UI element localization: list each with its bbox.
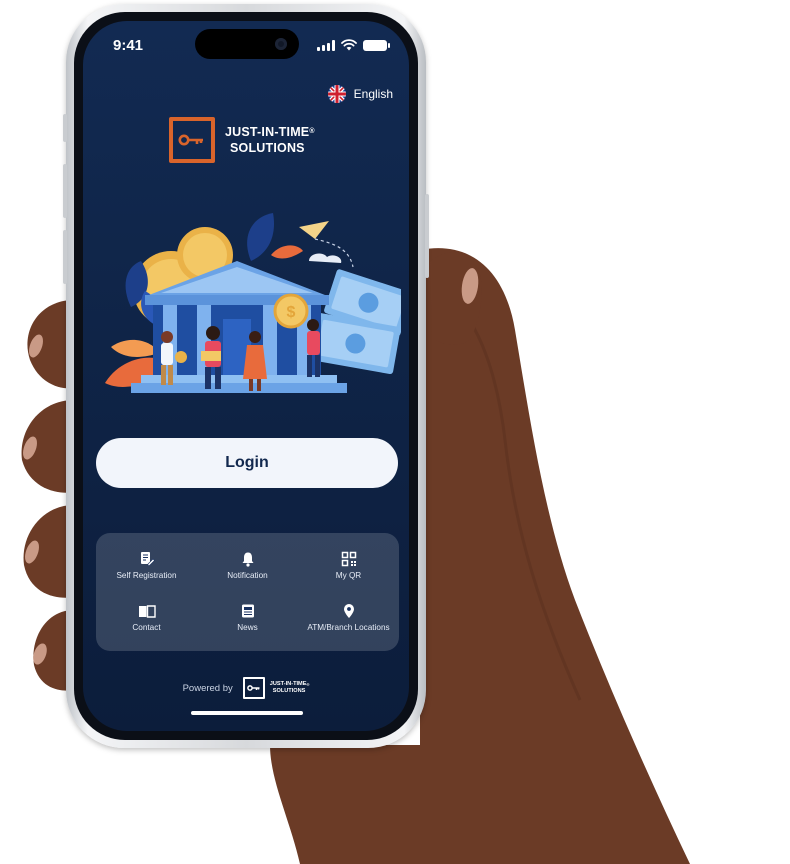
svg-text:$: $ <box>287 304 296 321</box>
quick-actions-panel: Self Registration Notification My QR Con… <box>96 533 399 651</box>
footer-brand-line1: JUST-IN-TIME <box>269 681 307 687</box>
footer-key-icon <box>246 685 260 691</box>
atm-branch-locations-label: ATM/Branch Locations <box>307 623 390 632</box>
brand-logo: JUST-IN-TIME® SOLUTIONS <box>169 117 315 163</box>
app-screen: 9:41 English JUST-IN-TIME® SOLUTIONS $ L… <box>83 21 409 731</box>
footer-logo-frame <box>242 677 265 699</box>
powered-by-footer: Powered by JUST-IN-TIME® SOLUTIONS <box>83 677 409 699</box>
cellular-signal-icon <box>317 39 335 51</box>
news-button[interactable]: News <box>197 603 298 647</box>
my-qr-label: My QR <box>335 571 362 580</box>
action-button <box>63 114 67 142</box>
volume-up-button <box>63 164 67 218</box>
footer-brand-name: JUST-IN-TIME® SOLUTIONS <box>270 681 310 695</box>
bank-illustration: $ <box>105 213 401 393</box>
battery-icon <box>363 39 390 51</box>
dynamic-island <box>195 29 299 59</box>
brand-line2: SOLUTIONS <box>230 141 305 155</box>
power-button <box>425 194 429 278</box>
wifi-icon <box>341 39 357 51</box>
contact-label: Contact <box>132 623 161 632</box>
uk-flag-icon <box>327 85 346 103</box>
newspaper-icon <box>241 604 254 618</box>
footer-logo: JUST-IN-TIME® SOLUTIONS <box>242 677 310 699</box>
self-registration-button[interactable]: Self Registration <box>96 551 197 595</box>
qr-code-icon <box>341 551 356 567</box>
book-icon <box>138 605 156 618</box>
edit-document-icon <box>140 552 155 566</box>
status-icons <box>317 39 390 51</box>
contact-button[interactable]: Contact <box>96 603 197 647</box>
my-qr-button[interactable]: My QR <box>298 551 399 595</box>
logo-frame <box>169 117 215 163</box>
self-registration-label: Self Registration <box>116 571 177 580</box>
language-selector[interactable]: English <box>327 85 393 103</box>
notification-label: Notification <box>227 571 268 580</box>
news-label: News <box>237 623 258 632</box>
notification-button[interactable]: Notification <box>197 551 298 595</box>
brand-name: JUST-IN-TIME® SOLUTIONS <box>225 124 315 156</box>
login-button[interactable]: Login <box>96 438 398 488</box>
footer-brand-line2: SOLUTIONS <box>272 688 306 694</box>
camera-icon <box>275 38 287 50</box>
key-icon <box>178 134 203 146</box>
status-time: 9:41 <box>113 37 144 54</box>
powered-by-label: Powered by <box>182 682 233 694</box>
volume-down-button <box>63 230 67 284</box>
phone-frame: 9:41 English JUST-IN-TIME® SOLUTIONS $ L… <box>63 4 429 748</box>
footer-registered-mark: ® <box>306 682 310 687</box>
atm-branch-locations-button[interactable]: ATM/Branch Locations <box>298 603 399 647</box>
location-pin-icon <box>343 604 354 618</box>
bell-icon <box>242 552 253 567</box>
home-indicator[interactable] <box>191 711 303 715</box>
brand-line1: JUST-IN-TIME <box>225 125 310 139</box>
language-label: English <box>353 87 393 101</box>
registered-mark: ® <box>309 128 315 135</box>
